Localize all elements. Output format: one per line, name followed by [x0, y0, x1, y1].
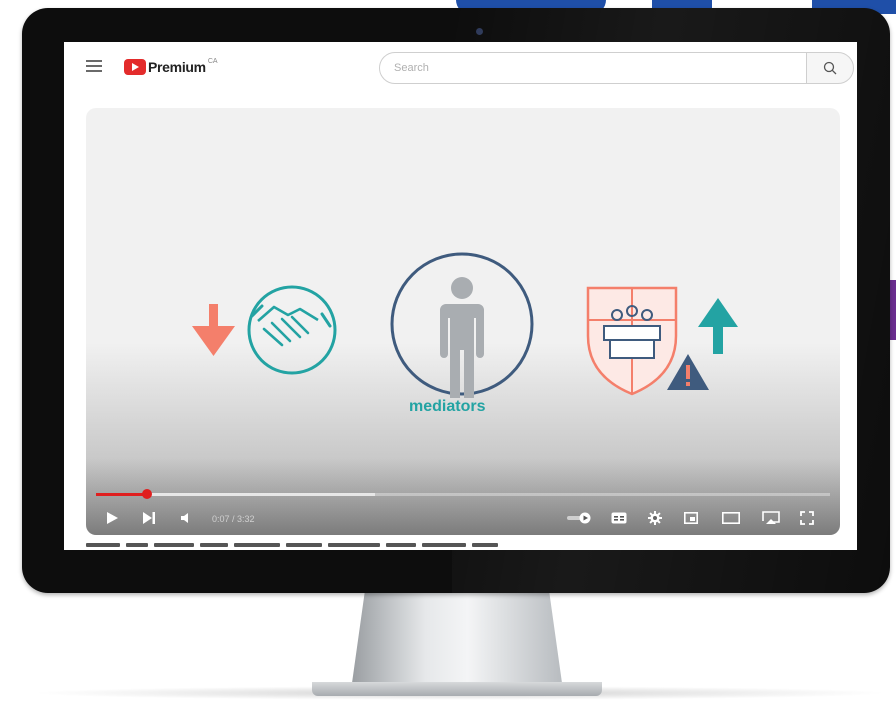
youtube-premium-logo[interactable]: Premium CA — [124, 58, 218, 76]
time-display: 0:07 / 3:32 — [212, 514, 255, 524]
next-button[interactable] — [140, 509, 158, 527]
handshake-icon — [247, 285, 337, 375]
search-icon — [823, 61, 837, 75]
subtitles-icon — [611, 512, 627, 524]
logo-country-code: CA — [207, 58, 218, 65]
top-bar: Premium CA Search — [64, 42, 857, 94]
video-player[interactable]: mediators 0:07 / 3:32 — [86, 108, 840, 535]
settings-icon — [648, 511, 662, 525]
youtube-play-logo-icon — [124, 59, 146, 75]
cast-button[interactable] — [760, 509, 782, 527]
search-input[interactable]: Search — [379, 52, 807, 84]
courtroom-shield-icon — [586, 286, 678, 396]
theater-button[interactable] — [720, 509, 742, 527]
miniplayer-icon — [684, 512, 698, 524]
camera-icon — [476, 28, 483, 35]
monitor-stand — [352, 593, 562, 683]
autoplay-toggle-icon — [567, 512, 591, 524]
volume-button[interactable] — [178, 509, 194, 527]
next-icon — [143, 512, 155, 524]
settings-button[interactable] — [646, 509, 664, 527]
menu-icon[interactable] — [86, 60, 102, 72]
mediator-person-icon — [390, 252, 534, 398]
video-caption: mediators — [409, 398, 486, 415]
play-icon — [107, 512, 118, 524]
miniplayer-button[interactable] — [682, 509, 700, 527]
search-button[interactable] — [806, 52, 854, 84]
fullscreen-icon — [800, 511, 814, 525]
autoplay-toggle[interactable] — [566, 509, 594, 527]
video-frame — [192, 252, 738, 398]
browser-screen: Premium CA Search mediators 0:07 / 3:32 — [64, 42, 857, 550]
up-arrow-icon — [698, 298, 738, 354]
monitor-base — [312, 682, 602, 696]
progress-played — [96, 493, 148, 496]
warning-icon — [667, 354, 709, 390]
down-arrow-icon — [192, 304, 235, 356]
subtitles-button[interactable] — [610, 509, 628, 527]
fullscreen-button[interactable] — [798, 509, 816, 527]
cast-icon — [762, 511, 780, 524]
play-button[interactable] — [104, 509, 120, 527]
stage: Premium CA Search mediators 0:07 / 3:32 — [0, 0, 896, 704]
player-controls: 0:07 / 3:32 — [86, 503, 840, 533]
theater-icon — [722, 512, 740, 524]
volume-icon — [181, 513, 188, 523]
logo-text: Premium — [148, 59, 206, 75]
video-title-placeholder — [86, 543, 606, 550]
